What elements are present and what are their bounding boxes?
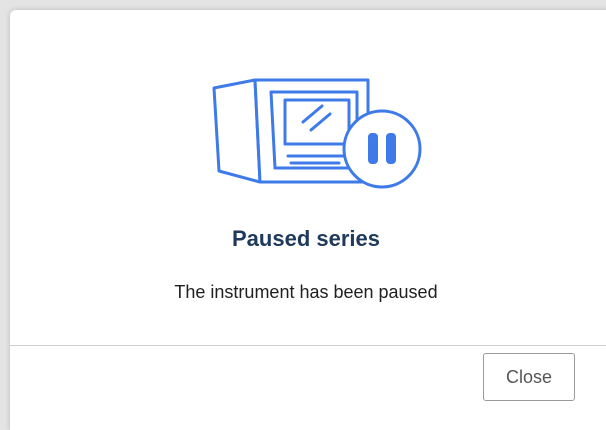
paused-instrument-icon xyxy=(205,70,435,210)
dialog-body: Paused series The instrument has been pa… xyxy=(10,10,606,345)
dialog-message: The instrument has been paused xyxy=(174,282,438,302)
footer-divider xyxy=(10,345,606,346)
close-button[interactable]: Close xyxy=(483,353,575,401)
paused-dialog: Paused series The instrument has been pa… xyxy=(10,10,606,430)
dialog-title: Paused series xyxy=(232,226,380,251)
